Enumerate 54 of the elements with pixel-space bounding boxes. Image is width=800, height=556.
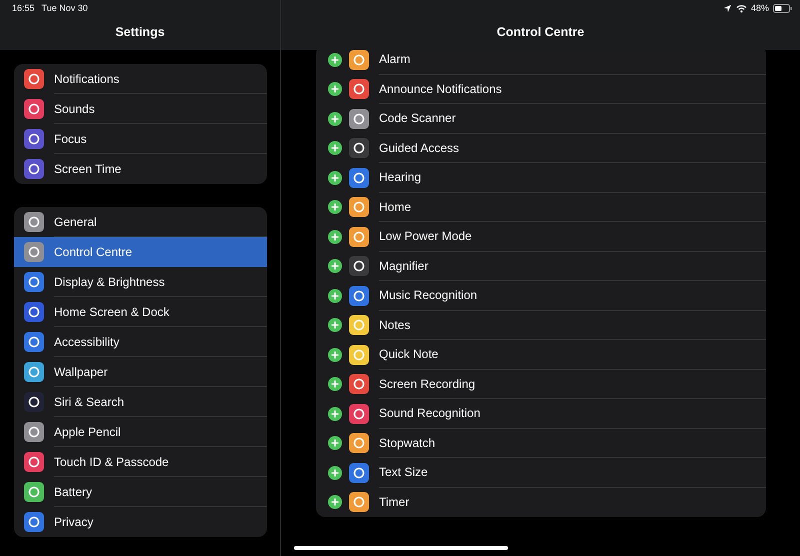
page-title: Control Centre <box>496 25 586 39</box>
add-icon[interactable] <box>328 112 342 126</box>
add-icon[interactable] <box>328 466 342 480</box>
control-label: Stopwatch <box>379 428 766 458</box>
sidebar-title: Settings <box>114 25 166 39</box>
add-icon[interactable] <box>328 200 342 214</box>
sidebar-item[interactable]: Focus <box>14 124 267 154</box>
control-label: Guided Access <box>379 134 766 163</box>
status-date: Tue Nov 30 <box>42 3 88 13</box>
add-icon[interactable] <box>328 318 342 332</box>
control-label: Notes <box>379 310 766 340</box>
control-label: Text Size <box>379 458 766 488</box>
wifi-icon <box>736 4 747 12</box>
control-label: Screen Recording <box>379 370 766 399</box>
battery-icon <box>773 4 792 12</box>
control-label: Code Scanner <box>379 104 766 134</box>
control-label: Sound Recognition <box>379 399 766 428</box>
add-icon[interactable] <box>328 52 342 67</box>
add-icon[interactable] <box>328 82 342 96</box>
add-icon[interactable] <box>328 406 342 421</box>
add-icon[interactable] <box>328 141 342 156</box>
sidebar-item[interactable]: Wallpaper <box>14 357 267 387</box>
sidebar-item[interactable]: Control Centre <box>14 237 267 267</box>
add-icon[interactable] <box>328 288 342 303</box>
add-icon[interactable] <box>328 436 342 450</box>
add-icon[interactable] <box>328 170 342 185</box>
control-label: Hearing <box>379 163 766 192</box>
control-label: Home <box>379 192 766 222</box>
location-icon <box>722 4 732 12</box>
control-label: Alarm <box>379 50 766 74</box>
add-icon[interactable] <box>328 495 342 510</box>
sidebar-item[interactable]: Notifications <box>14 64 267 94</box>
status-time: 16:55 <box>12 3 35 13</box>
add-icon[interactable] <box>328 230 342 244</box>
control-label: Magnifier <box>379 252 766 281</box>
sidebar-item[interactable]: Touch ID & Passcode <box>14 447 267 477</box>
control-label: Quick Note <box>379 340 766 370</box>
sidebar-item[interactable]: Accessibility <box>14 327 267 357</box>
add-icon[interactable] <box>328 348 342 362</box>
control-label: Announce Notifications <box>379 74 766 104</box>
add-icon[interactable] <box>328 377 342 392</box>
sidebar-item[interactable]: Display & Brightness <box>14 267 267 297</box>
control-label: Music Recognition <box>379 281 766 310</box>
sidebar-item[interactable]: Screen Time <box>14 154 267 184</box>
sidebar-item[interactable]: Sounds <box>14 94 267 124</box>
sidebar-item[interactable]: Privacy <box>14 507 267 537</box>
sidebar-item[interactable]: Apple Pencil <box>14 417 267 447</box>
sidebar-item[interactable]: Battery <box>14 477 267 507</box>
battery-percent: 48% <box>750 3 769 13</box>
control-label: Timer <box>379 494 410 510</box>
control-label: Low Power Mode <box>379 222 766 252</box>
add-icon[interactable] <box>328 259 342 274</box>
sidebar-item[interactable]: Home Screen & Dock <box>14 297 267 327</box>
sidebar-item[interactable]: Siri & Search <box>14 387 267 417</box>
